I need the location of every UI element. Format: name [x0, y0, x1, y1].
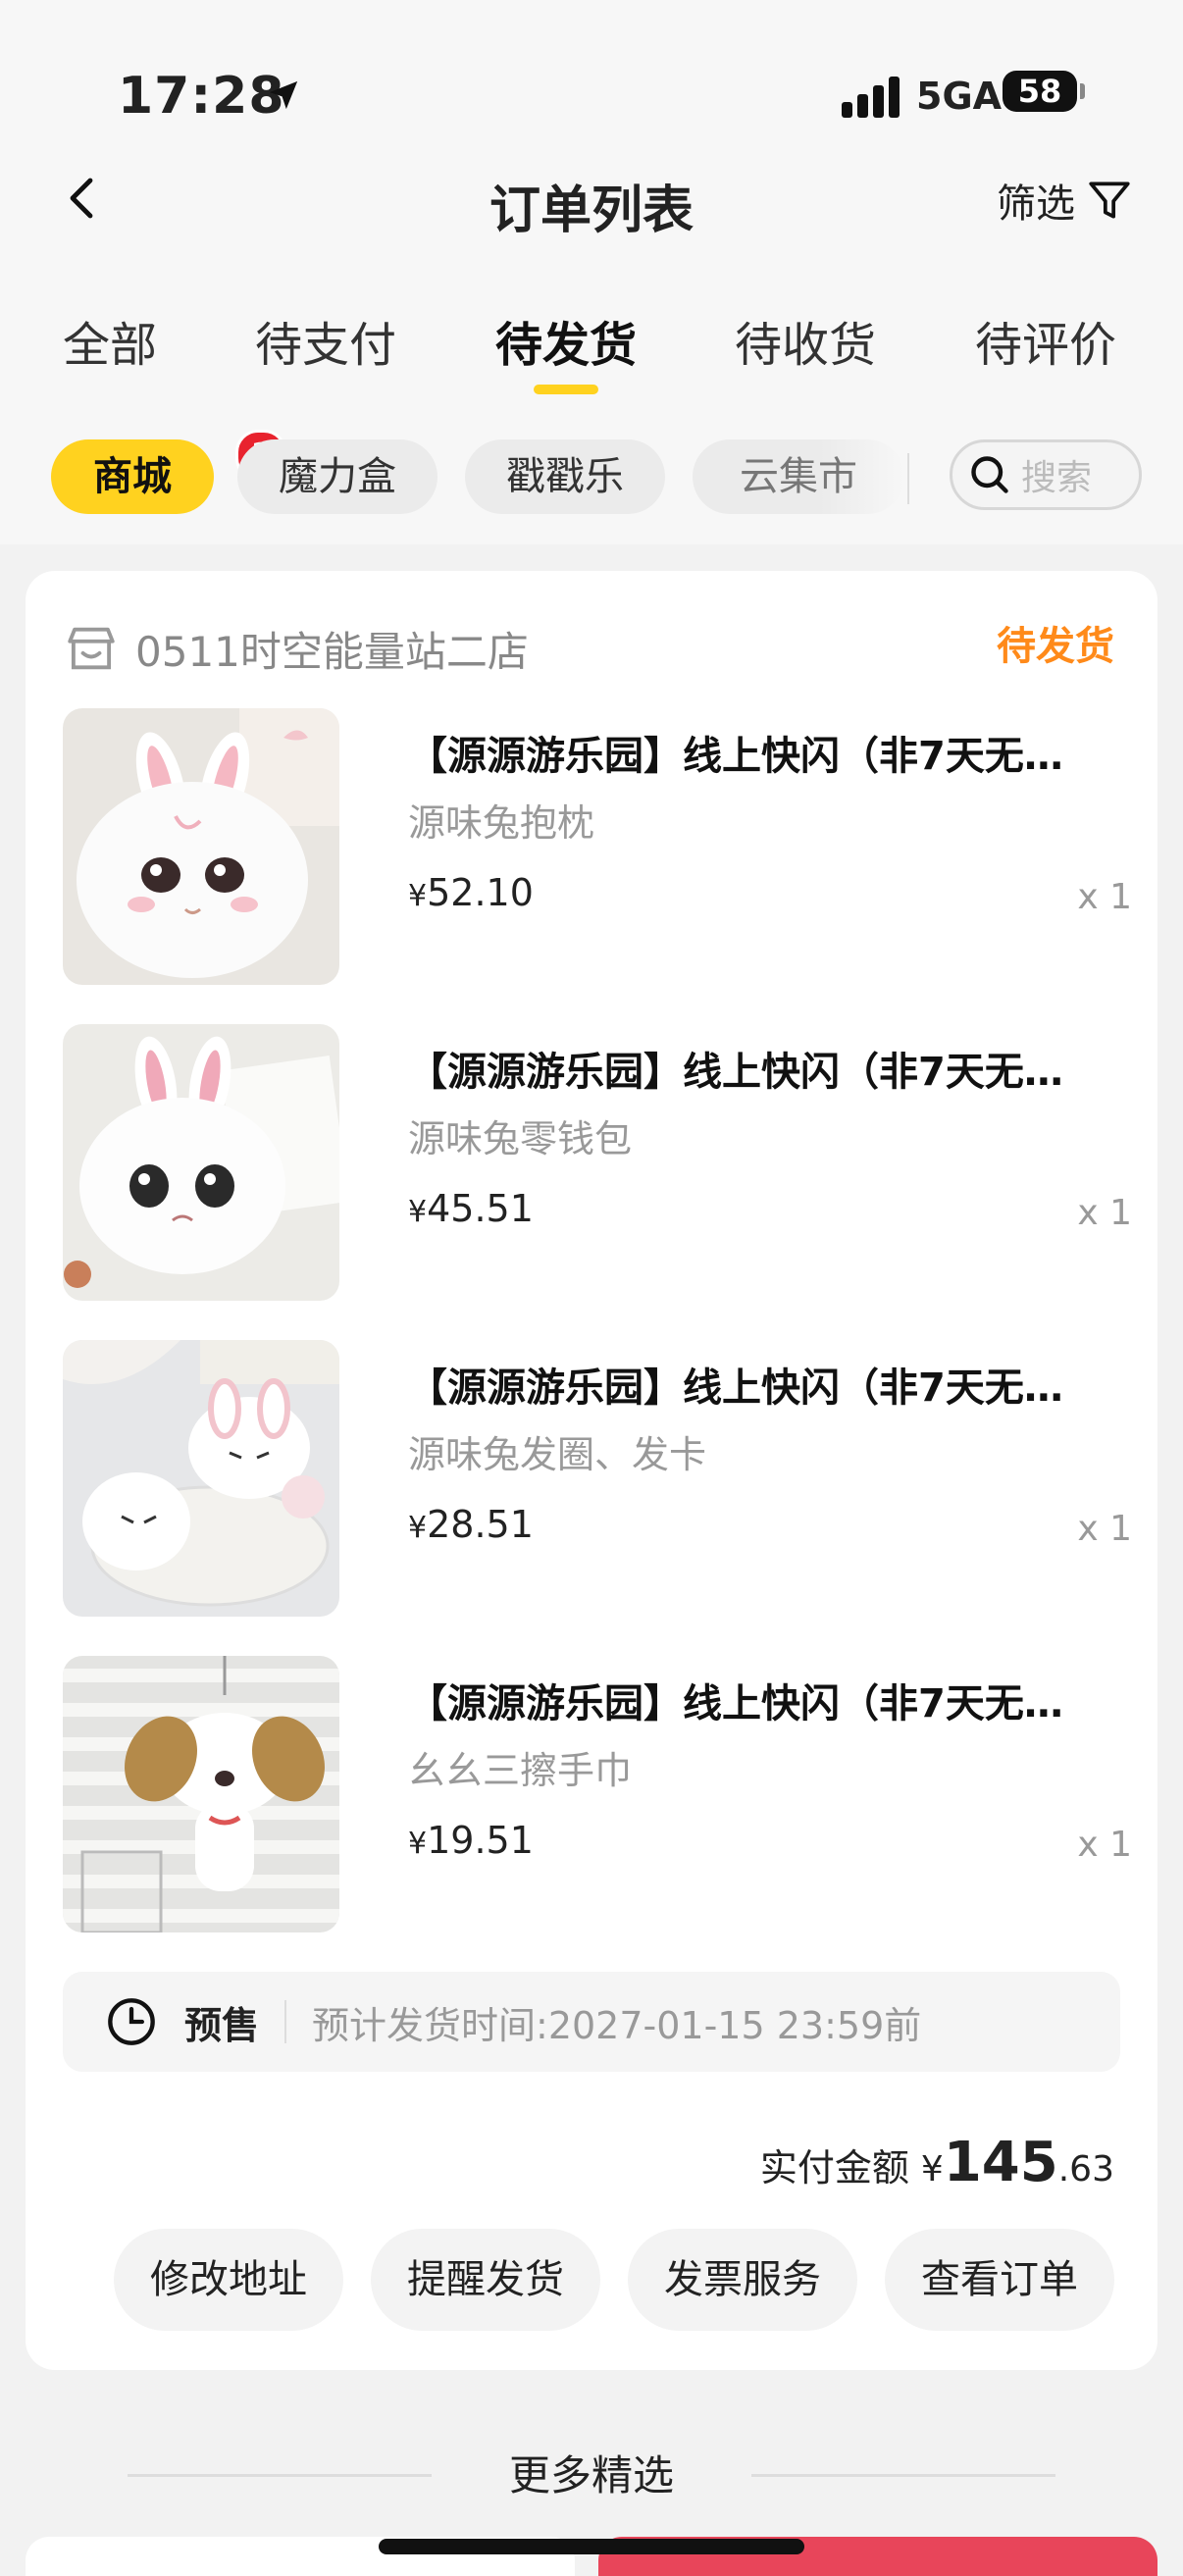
chip-mall[interactable]: 商城 1 — [51, 430, 286, 514]
presale-ship-time: 预计发货时间:2027-01-15 23:59前 — [312, 2003, 922, 2047]
location-arrow-icon — [269, 80, 298, 110]
more-recommendations: 更多精选 — [0, 2423, 1183, 2501]
currency-symbol: ¥ — [408, 1195, 428, 1229]
tab-pending-receipt[interactable]: 待收货 — [735, 306, 876, 375]
total-label: 实付金额 — [759, 2146, 909, 2190]
presale-info: 预售 预计发货时间:2027-01-15 23:59前 — [63, 1972, 1120, 2072]
product-price: ¥52.10 — [408, 871, 534, 914]
status-bar: 17:28 5GA 58 — [0, 59, 1183, 137]
store-header[interactable]: 0511时空能量站二店 — [63, 614, 529, 683]
order-card[interactable]: 0511时空能量站二店 待发货 【源源游乐园】线上快闪（非7天无理由 源味兔抱枕… — [26, 571, 1157, 2370]
product-qty: x 1 — [1077, 1193, 1132, 1233]
remind-shipment-button[interactable]: 提醒发货 — [371, 2229, 600, 2331]
total-currency: ¥ — [920, 2149, 944, 2190]
currency-symbol: ¥ — [408, 1511, 428, 1545]
tab-pending-payment[interactable]: 待支付 — [255, 306, 396, 375]
modify-address-button[interactable]: 修改地址 — [114, 2229, 343, 2331]
currency-symbol: ¥ — [408, 879, 428, 913]
tab-pending-review[interactable]: 待评价 — [975, 306, 1116, 375]
chip-poke-fun[interactable]: 戳戳乐 — [465, 439, 665, 514]
active-tab-indicator — [534, 385, 598, 394]
product-qty: x 1 — [1077, 1509, 1132, 1549]
battery-icon: 58 — [1003, 71, 1085, 112]
order-item[interactable]: 【源源游乐园】线上快闪（非7天无理由退换） 源味兔零钱包 ¥45.51 x 1 — [63, 1024, 1134, 1301]
order-status: 待发货 — [997, 624, 1114, 669]
product-price: ¥19.51 — [408, 1819, 534, 1862]
product-name: 【源源游乐园】线上快闪（非7天无理由退换） — [408, 734, 1095, 779]
view-order-button[interactable]: 查看订单 — [885, 2229, 1114, 2331]
price-value: 28.51 — [427, 1503, 534, 1546]
order-item[interactable]: 【源源游乐园】线上快闪（非7天无理由退换） 源味兔抱枕 ¥52.10 x 1 — [63, 708, 1134, 985]
invoice-service-button[interactable]: 发票服务 — [628, 2229, 857, 2331]
category-chips: 商城 1 魔力盒 戳戳乐 云集市 搜索 — [0, 430, 1183, 520]
filter-button[interactable]: 筛选 — [997, 173, 1134, 228]
home-indicator[interactable] — [379, 2539, 804, 2554]
product-spec: 源味兔发圈、发卡 — [408, 1433, 707, 1476]
funnel-icon — [1089, 181, 1130, 219]
product-image-bunny-pillow — [63, 708, 339, 985]
signal-icon — [842, 73, 902, 118]
currency-symbol: ¥ — [408, 1827, 428, 1861]
chip-label: 商城 — [93, 454, 172, 499]
store-name: 0511时空能量站二店 — [135, 627, 529, 676]
product-qty: x 1 — [1077, 877, 1132, 917]
network-type: 5GA — [916, 75, 1003, 118]
nav-header: 订单列表 筛选 — [0, 157, 1183, 245]
price-value: 52.10 — [427, 871, 534, 914]
status-time: 17:28 — [118, 67, 285, 126]
tab-pending-shipment[interactable]: 待发货 — [495, 306, 637, 375]
total-integer: 145 — [943, 2131, 1058, 2194]
chip-cloud-market[interactable]: 云集市 — [693, 439, 904, 514]
price-value: 19.51 — [427, 1819, 534, 1862]
presale-divider — [284, 2000, 287, 2043]
product-qty: x 1 — [1077, 1825, 1132, 1865]
search-icon — [971, 456, 1008, 493]
product-image-bunny-coin-purse — [63, 1024, 339, 1301]
product-price: ¥28.51 — [408, 1503, 534, 1546]
price-value: 45.51 — [427, 1187, 534, 1230]
total-decimal: .63 — [1057, 2149, 1114, 2190]
order-total: 实付金额 ¥145.63 — [760, 2131, 1114, 2194]
tab-all[interactable]: 全部 — [63, 306, 157, 375]
product-spec: 源味兔抱枕 — [408, 801, 595, 845]
order-item[interactable]: 【源源游乐园】线上快闪（非7天无理由退换） 幺幺三擦手巾 ¥19.51 x 1 — [63, 1656, 1134, 1932]
filter-label: 筛选 — [997, 181, 1075, 227]
clock-icon — [108, 1998, 155, 2045]
chip-magic-box[interactable]: 魔力盒 — [237, 439, 437, 514]
product-image-bunny-hair-ties — [63, 1340, 339, 1617]
chip-divider — [907, 453, 909, 504]
divider-right — [751, 2474, 1055, 2477]
order-item[interactable]: 【源源游乐园】线上快闪（非7天无理由退换） 源味兔发圈、发卡 ¥28.51 x … — [63, 1340, 1134, 1617]
order-actions: 修改地址 提醒发货 发票服务 查看订单 — [26, 2229, 1157, 2331]
product-name: 【源源游乐园】线上快闪（非7天无理由退换） — [408, 1365, 1095, 1411]
product-spec: 幺幺三擦手巾 — [408, 1749, 633, 1792]
store-icon — [68, 627, 115, 670]
search-input[interactable]: 搜索 — [950, 439, 1142, 510]
order-status-tabs: 全部 待支付 待发货 待收货 待评价 — [0, 294, 1183, 402]
product-image-dog-hand-towel — [63, 1656, 339, 1932]
search-placeholder: 搜索 — [1021, 458, 1093, 498]
presale-label: 预售 — [184, 2003, 260, 2047]
more-title: 更多精选 — [508, 2451, 674, 2499]
product-name: 【源源游乐园】线上快闪（非7天无理由退换） — [408, 1050, 1095, 1095]
product-spec: 源味兔零钱包 — [408, 1117, 633, 1160]
product-name: 【源源游乐园】线上快闪（非7天无理由退换） — [408, 1681, 1095, 1726]
product-price: ¥45.51 — [408, 1187, 534, 1230]
